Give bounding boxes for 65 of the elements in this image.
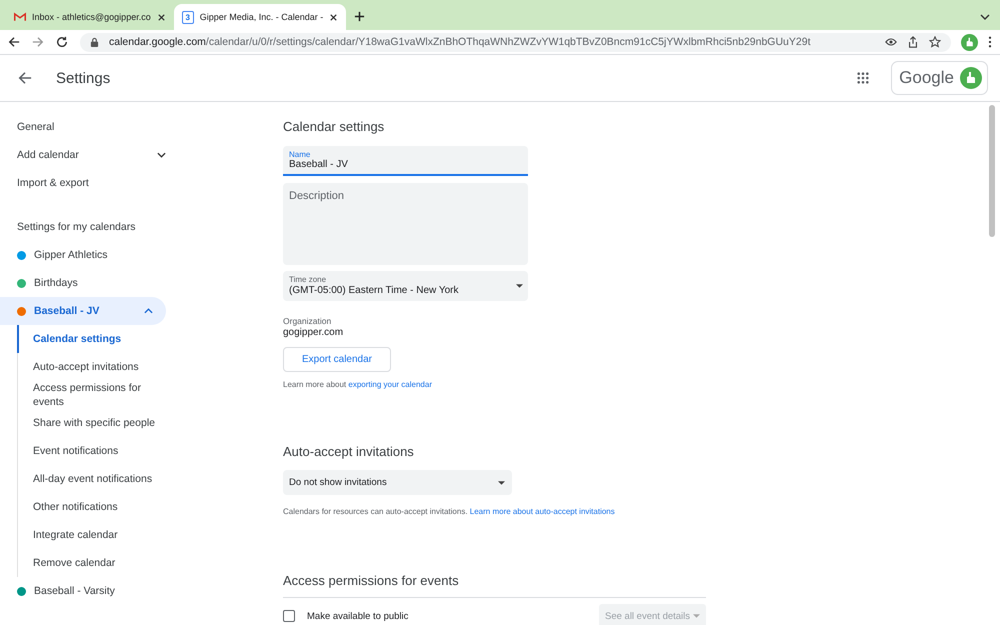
name-field[interactable]: Name Baseball - JV	[283, 146, 528, 176]
help-link[interactable]: exporting your calendar	[348, 380, 432, 389]
export-button[interactable]: Export calendar	[283, 347, 391, 372]
help-link[interactable]: Learn more about auto-accept invitations	[470, 507, 615, 516]
browser-tab[interactable]: 3 Gipper Media, Inc. - Calendar -	[174, 4, 346, 30]
description-field[interactable]: Description	[283, 183, 528, 265]
section-heading: Access permissions for events	[283, 573, 460, 590]
sidebar-subitem[interactable]: Other notifications	[18, 493, 158, 521]
mail-icon	[14, 12, 26, 22]
profile-icon[interactable]	[961, 34, 978, 50]
eye-icon[interactable]	[885, 36, 897, 48]
forward-icon[interactable]	[32, 36, 44, 48]
sidebar-subitem[interactable]: All-day event notifications	[18, 465, 158, 493]
url-text: calendar.google.com/calendar/u/0/r/settings/calendar/Y18waG1vaWlxZnBhOThqaWNhZWZvYW1qbTBvZ0Bncm91cC5jYWxlbmRhci5nb29nbGUuY29t	[109, 36, 810, 48]
organization-value: gogipper.com	[283, 327, 344, 338]
section-heading: Calendar settings	[283, 119, 386, 136]
checkbox[interactable]	[283, 610, 295, 622]
address-bar[interactable]: calendar.google.com/calendar/u/0/r/settings/calendar/Y18waG1vaWlxZnBhOThqaWNhZWZvYW1qbTBvZ0Bncm91cC5jYWxlbmRhci5nb29nbGUuY29t	[80, 32, 951, 52]
hand-icon	[960, 67, 982, 89]
reload-icon[interactable]	[56, 36, 68, 48]
browser-tab[interactable]: Inbox - athletics@gogipper.co	[6, 4, 174, 30]
calendar-item[interactable]: Baseball - JV	[0, 297, 166, 325]
checkbox-label: Make available to public	[307, 610, 408, 622]
close-icon[interactable]	[156, 12, 166, 22]
organization-label: Organization	[283, 316, 332, 326]
sidebar-subitem[interactable]: Remove calendar	[18, 549, 158, 577]
star-icon[interactable]	[929, 36, 941, 48]
sidebar-subitem[interactable]: Auto-accept invitations	[18, 353, 158, 381]
calendar-icon: 3	[182, 10, 194, 24]
help-text: Calendars for resources can auto-accept invitations. Learn more about auto-accept invitations	[283, 507, 616, 516]
calendar-item[interactable]: Baseball - Varsity	[0, 577, 166, 605]
calendar-item[interactable]: Gipper Athletics	[0, 241, 166, 269]
new-tab-icon[interactable]	[354, 11, 366, 22]
sidebar-subitem[interactable]: Calendar settings	[17, 325, 158, 353]
caret-icon	[498, 480, 505, 484]
section-title: Settings for my calendars	[16, 220, 136, 235]
sidebar-subitem[interactable]: Integrate calendar	[18, 521, 158, 549]
chevron-icon[interactable]	[157, 152, 166, 158]
calendar-item[interactable]: Birthdays	[0, 269, 166, 297]
text-input[interactable]: Baseball - JV	[289, 159, 519, 170]
tab-title: Inbox - athletics@gogipper.co	[32, 12, 151, 22]
sidebar-item[interactable]: Import & export	[0, 169, 166, 197]
invitations-select[interactable]: Do not show invitations	[283, 470, 512, 495]
sidebar-subitem[interactable]: Event notifications	[18, 437, 158, 465]
help-text: Learn more about exporting your calendar	[283, 380, 433, 389]
scrollbar-thumb[interactable]	[989, 105, 995, 237]
menu-icon[interactable]	[988, 36, 992, 48]
apps-grid-icon[interactable]	[857, 72, 870, 84]
caret-icon	[693, 614, 700, 618]
sidebar-item[interactable]: Add calendar	[0, 141, 166, 169]
section-heading: Auto-accept invitations	[283, 444, 415, 461]
sidebar-subitem[interactable]: Access permissions for events	[18, 381, 158, 409]
sidebar-subitem[interactable]: Share with specific people	[18, 409, 158, 437]
share-icon[interactable]	[907, 36, 919, 48]
back-icon[interactable]	[8, 36, 20, 48]
back-arrow-icon[interactable]	[18, 71, 32, 85]
caret-icon	[516, 284, 523, 288]
lock-icon	[90, 36, 99, 48]
page-title: Settings	[56, 70, 110, 86]
tab-title: Gipper Media, Inc. - Calendar -	[200, 12, 324, 22]
tab-list-icon[interactable]	[980, 14, 990, 20]
time-zone-select[interactable]: Time zone (GMT-05:00) Eastern Time - New York	[283, 271, 528, 301]
close-icon[interactable]	[329, 12, 338, 22]
sidebar-item[interactable]: General	[0, 113, 166, 141]
account-button[interactable]: Google	[891, 61, 988, 95]
